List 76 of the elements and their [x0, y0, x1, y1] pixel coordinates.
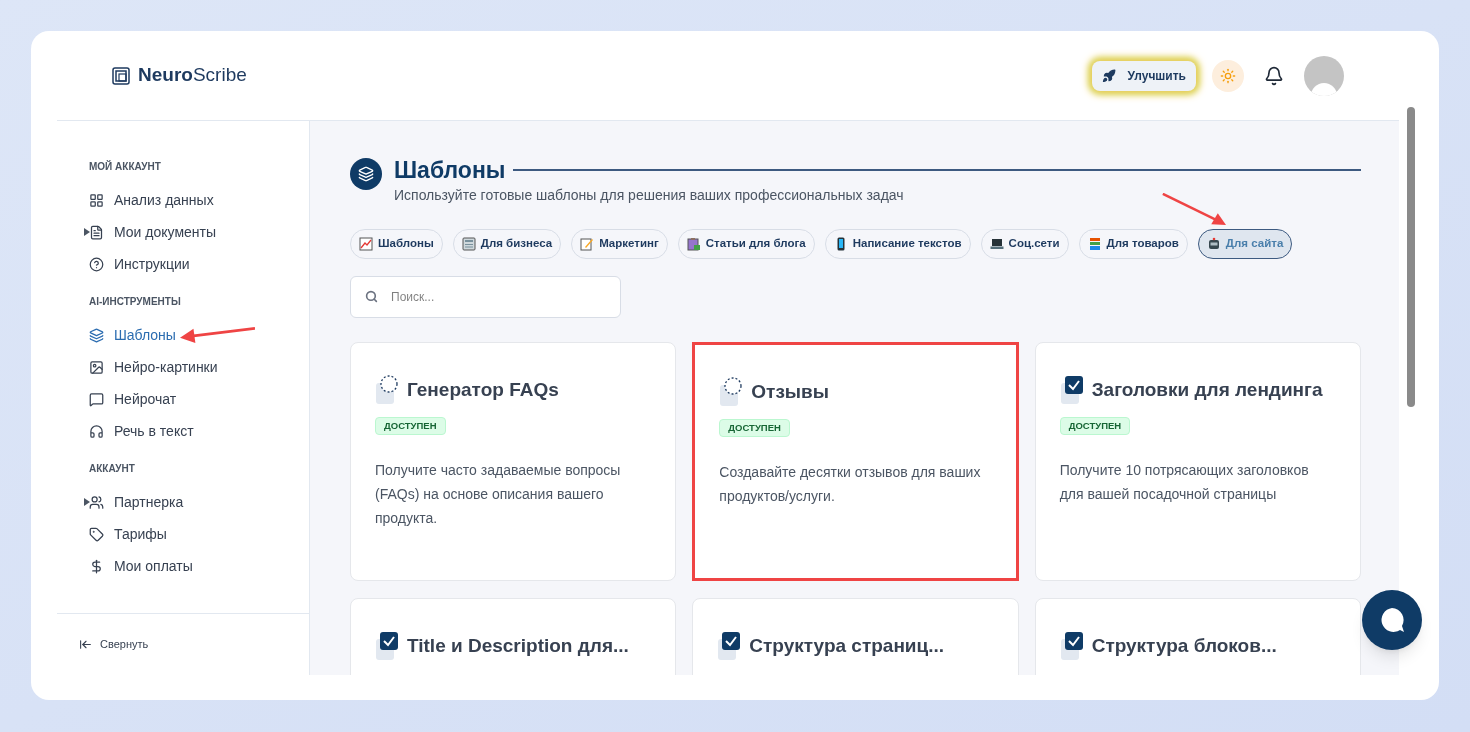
card-description: Создавайте десятки отзывов для ваших продуктов/услуги. — [719, 462, 982, 506]
sidebar-item[interactable]: Тарифы — [89, 523, 167, 545]
grid-icon — [89, 192, 104, 208]
section-heading: AI-ИНСТРУМЕНТЫ — [89, 295, 182, 309]
chart-icon — [359, 236, 373, 251]
sidebar-item[interactable]: Мои документы — [89, 221, 216, 243]
status-badge: ДОСТУПЕН — [375, 416, 446, 435]
draft-icon — [375, 374, 401, 405]
dollar-icon — [89, 558, 104, 574]
image-icon — [89, 359, 104, 375]
chat-button[interactable] — [1362, 590, 1422, 650]
template-card[interactable]: Структура блоков... — [1034, 597, 1361, 675]
status-badge: ДОСТУПЕН — [719, 418, 790, 437]
document-icon — [89, 224, 104, 240]
card-title: Title и Description для... — [407, 634, 629, 658]
card-description: Получите 10 потрясающих заголовков для вашей посадочной страницы — [1059, 460, 1310, 504]
chat-icon — [89, 391, 104, 407]
category-chip[interactable]: Написание текстов — [824, 228, 971, 259]
newspaper-icon — [461, 236, 476, 251]
headphones-icon — [89, 423, 104, 439]
sidebar-item[interactable]: Мои оплаты — [89, 555, 193, 577]
page-title: Шаблоны — [394, 156, 506, 185]
collapse-button[interactable]: Свернуть — [79, 636, 149, 653]
page-subtitle: Используйте готовые шаблоны для решения ваших профессиональных задач — [394, 185, 904, 205]
sidebar-item[interactable]: Инструкции — [89, 253, 190, 275]
books-icon — [1087, 236, 1102, 251]
status-badge: ДОСТУПЕН — [1059, 416, 1131, 435]
section-heading: АККАУНТ — [89, 462, 136, 476]
category-chip[interactable]: Шаблоны — [350, 228, 443, 259]
help-icon — [89, 256, 104, 272]
checkbox-icon — [1059, 374, 1086, 405]
sidebar-item[interactable]: Речь в текст — [89, 420, 194, 442]
sidebar-item[interactable]: Нейрочат — [89, 388, 177, 410]
card-title: Генератор FAQs — [407, 378, 559, 402]
checkbox-icon — [375, 630, 401, 661]
card-title: Структура блоков... — [1091, 634, 1277, 658]
card-title: Заголовки для лендинга — [1091, 378, 1323, 402]
search-icon — [365, 289, 378, 303]
checkbox-icon — [1059, 630, 1086, 661]
category-chip[interactable]: Для товаров — [1078, 228, 1188, 259]
sun-icon — [1220, 67, 1236, 84]
logo-text: NeuroScribe — [138, 63, 247, 88]
theme-toggle-button[interactable] — [1212, 59, 1244, 92]
rocket-icon — [1101, 68, 1116, 83]
section-heading: МОЙ АККАУНТ — [89, 159, 162, 174]
template-card[interactable]: Заголовки для лендинга ДОСТУПЕН Получите 10 потрясающих заголовков для вашей посадочной страницы — [1034, 341, 1361, 581]
logo-icon — [112, 66, 130, 85]
sidebar-item[interactable]: Партнерка — [89, 491, 184, 513]
template-card[interactable]: Структура страниц... — [692, 597, 1019, 675]
category-chip[interactable]: Соц.сети — [980, 228, 1069, 259]
sidebar-item[interactable]: Шаблоны — [89, 324, 176, 346]
memo-icon — [580, 236, 595, 251]
upgrade-button[interactable]: Улучшить — [1091, 60, 1196, 91]
template-card[interactable]: Отзывы ДОСТУПЕН Создавайте десятки отзывов для ваших продуктов/услуги. — [692, 341, 1019, 581]
search-field[interactable]: Поиск... — [350, 275, 621, 318]
template-card[interactable]: Title и Description для... — [350, 597, 677, 675]
tag-icon — [89, 526, 104, 542]
category-chip[interactable]: Маркетинг — [571, 228, 668, 259]
sidebar-item[interactable]: Нейро-картинки — [89, 356, 218, 378]
caret-icon[interactable] — [84, 498, 90, 506]
category-chip[interactable]: Статьи для блога — [677, 228, 815, 259]
robot-icon — [1206, 236, 1221, 251]
layers-badge-icon — [350, 158, 382, 190]
clipboard-icon — [686, 236, 701, 251]
card-description: Получите часто задаваемые вопросы (FAQs) на основе описания вашего продукта. — [375, 460, 622, 528]
card-title: Отзывы — [751, 380, 829, 404]
template-card[interactable]: Генератор FAQs ДОСТУПЕН Получите часто задаваемые вопросы (FAQs) на основе описания вашего продукта. — [350, 341, 677, 581]
card-title: Структура страниц... — [749, 634, 945, 658]
users-icon — [89, 494, 104, 510]
notification-icon[interactable] — [1264, 65, 1284, 86]
laptop-icon — [989, 236, 1004, 251]
layers-icon — [89, 327, 104, 343]
caret-icon[interactable] — [84, 228, 90, 236]
category-chip[interactable]: Для бизнеса — [452, 228, 562, 259]
sidebar-item[interactable]: Анализ данных — [89, 189, 214, 211]
collapse-icon — [79, 638, 92, 651]
